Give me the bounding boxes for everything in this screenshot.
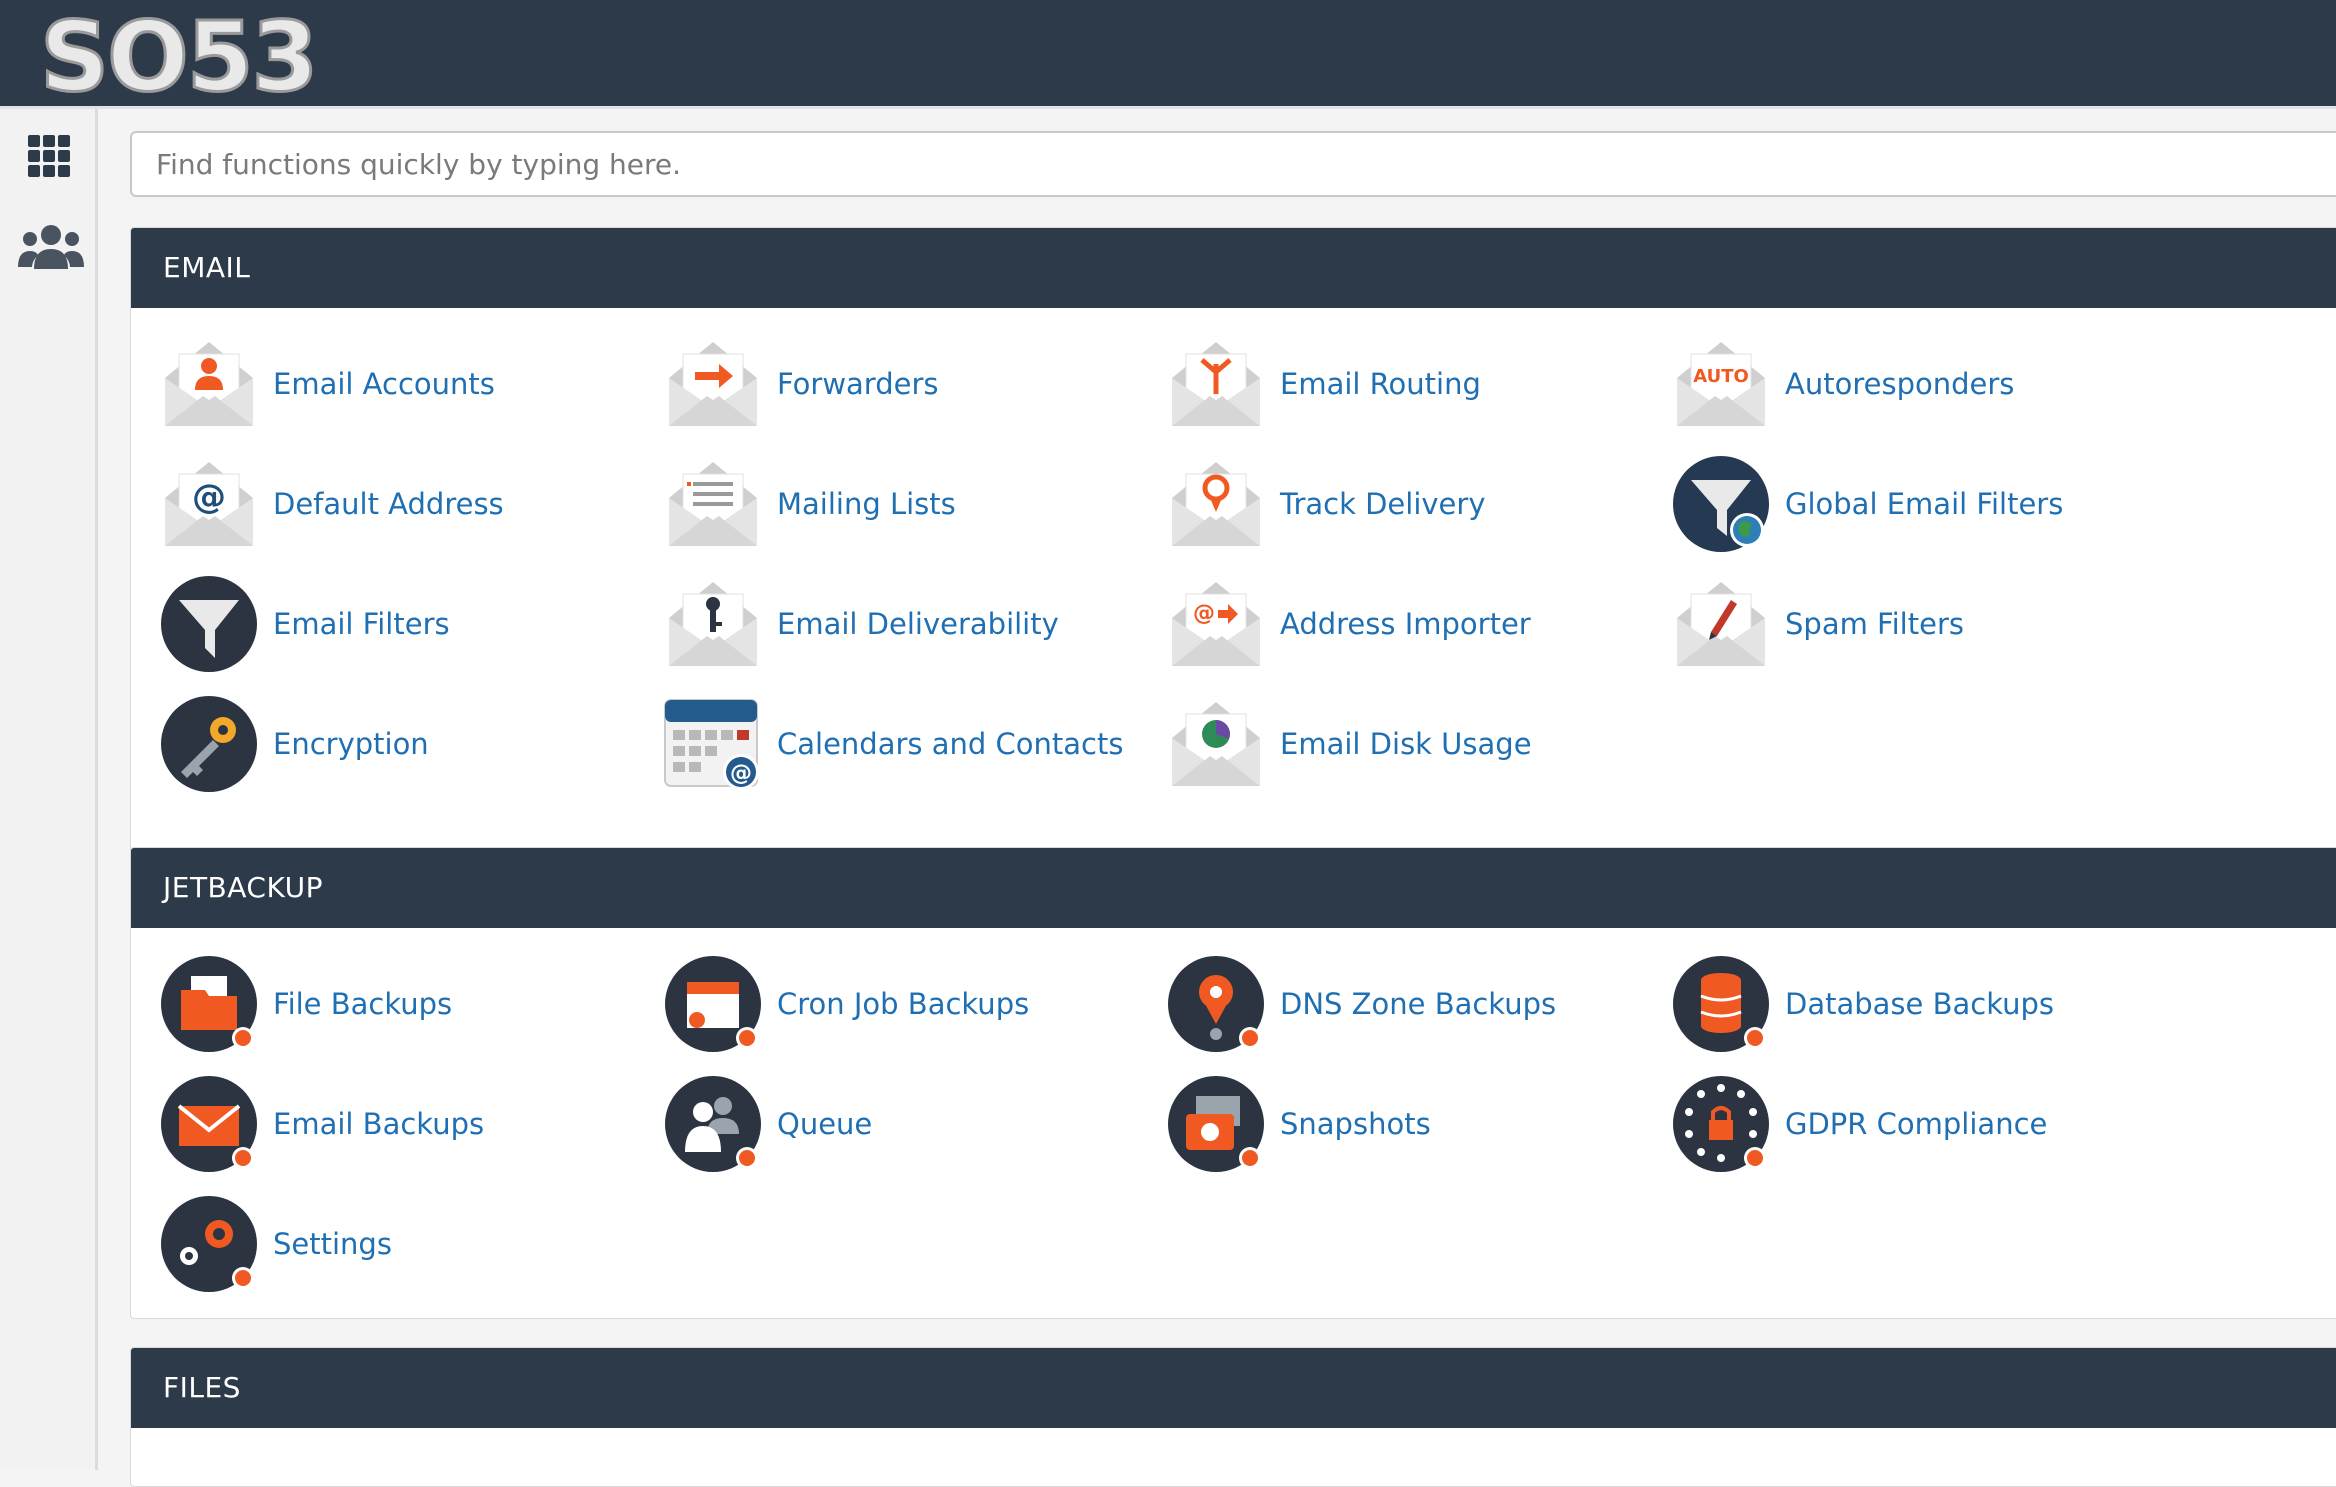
- feature-dns-zone-backups[interactable]: DNS Zone Backups: [1166, 954, 1666, 1054]
- feature-file-backups[interactable]: File Backups: [159, 954, 659, 1054]
- grid-apps-icon[interactable]: [18, 125, 80, 187]
- feature-email-deliverability[interactable]: Email Deliverability: [663, 574, 1163, 674]
- envelope-pin-icon: [1166, 454, 1266, 554]
- gears-backup-icon: [159, 1194, 259, 1294]
- feature-track-delivery[interactable]: Track Delivery: [1166, 454, 1666, 554]
- feature-label: Settings: [273, 1227, 392, 1261]
- feature-label: Cron Job Backups: [777, 987, 1030, 1021]
- svg-text:AUTO: AUTO: [1693, 366, 1749, 387]
- feature-mailing-lists[interactable]: Mailing Lists: [663, 454, 1163, 554]
- feature-label: Autoresponders: [1785, 367, 2015, 401]
- envelope-pie-icon: [1166, 694, 1266, 794]
- envelope-import-icon: @: [1166, 574, 1266, 674]
- feature-database-backups[interactable]: Database Backups: [1671, 954, 2171, 1054]
- people-backup-icon: [663, 1074, 763, 1174]
- mail-backup-icon: [159, 1074, 259, 1174]
- feature-label: Mailing Lists: [777, 487, 956, 521]
- users-icon[interactable]: [16, 217, 86, 277]
- feature-label: Email Filters: [273, 607, 450, 641]
- funnel-icon: [159, 574, 259, 674]
- feature-default-address[interactable]: @ Default Address: [159, 454, 659, 554]
- section-title: JETBACKUP: [131, 848, 2336, 928]
- feature-forwarders[interactable]: Forwarders: [663, 334, 1163, 434]
- feature-label: Track Delivery: [1280, 487, 1486, 521]
- feature-label: Queue: [777, 1107, 873, 1141]
- pin-backup-icon: [1166, 954, 1266, 1054]
- svg-text:SO53: SO53: [40, 1, 316, 106]
- section-jetbackup: JETBACKUP File Backups Cron Job Backups …: [130, 847, 2336, 1319]
- feature-label: File Backups: [273, 987, 453, 1021]
- feature-global-email-filters[interactable]: Global Email Filters: [1671, 454, 2171, 554]
- feature-label: Default Address: [273, 487, 504, 521]
- key-icon: [159, 694, 259, 794]
- folder-backup-icon: [159, 954, 259, 1054]
- envelope-key-icon: [663, 574, 763, 674]
- feature-autoresponders[interactable]: AUTO Autoresponders: [1671, 334, 2171, 434]
- envelope-person-icon: [159, 334, 259, 434]
- feature-snapshots[interactable]: Snapshots: [1166, 1074, 1666, 1174]
- svg-text:@: @: [192, 477, 226, 517]
- feature-label: Email Deliverability: [777, 607, 1059, 641]
- feature-label: Email Disk Usage: [1280, 727, 1532, 761]
- feature-address-importer[interactable]: @ Address Importer: [1166, 574, 1666, 674]
- top-bar: SO53: [0, 0, 2336, 109]
- calendar-backup-icon: [663, 954, 763, 1054]
- feature-email-backups[interactable]: Email Backups: [159, 1074, 659, 1174]
- feature-label: Email Routing: [1280, 367, 1481, 401]
- feature-queue[interactable]: Queue: [663, 1074, 1163, 1174]
- logo[interactable]: SO53: [36, 0, 336, 106]
- feature-label: GDPR Compliance: [1785, 1107, 2048, 1141]
- envelope-routing-icon: [1166, 334, 1266, 434]
- feature-email-filters[interactable]: Email Filters: [159, 574, 659, 674]
- feature-label: Global Email Filters: [1785, 487, 2064, 521]
- feature-email-disk-usage[interactable]: Email Disk Usage: [1166, 694, 1666, 794]
- feature-label: Email Accounts: [273, 367, 495, 401]
- section-email: EMAIL Email Accounts Forwarders Email Ro…: [130, 227, 2336, 929]
- feature-cron-job-backups[interactable]: Cron Job Backups: [663, 954, 1163, 1054]
- calendar-at-icon: @: [663, 694, 763, 794]
- feature-calendars-and-contacts[interactable]: @ Calendars and Contacts: [663, 694, 1163, 794]
- section-title: FILES: [131, 1348, 2336, 1428]
- feature-label: Forwarders: [777, 367, 939, 401]
- feature-settings[interactable]: Settings: [159, 1194, 659, 1294]
- feature-email-routing[interactable]: Email Routing: [1166, 334, 1666, 434]
- envelope-auto-icon: AUTO: [1671, 334, 1771, 434]
- feature-label: Snapshots: [1280, 1107, 1431, 1141]
- feature-label: Address Importer: [1280, 607, 1531, 641]
- feature-encryption[interactable]: Encryption: [159, 694, 659, 794]
- sidebar: [0, 109, 98, 1470]
- section-title: EMAIL: [131, 228, 2336, 308]
- feature-label: Encryption: [273, 727, 429, 761]
- search-input[interactable]: [130, 131, 2336, 197]
- feature-label: Database Backups: [1785, 987, 2055, 1021]
- envelope-arrow-icon: [663, 334, 763, 434]
- feature-gdpr-compliance[interactable]: GDPR Compliance: [1671, 1074, 2171, 1174]
- envelope-pen-icon: [1671, 574, 1771, 674]
- gdpr-lock-icon: [1671, 1074, 1771, 1174]
- feature-label: Spam Filters: [1785, 607, 1964, 641]
- feature-spam-filters[interactable]: Spam Filters: [1671, 574, 2171, 674]
- feature-email-accounts[interactable]: Email Accounts: [159, 334, 659, 434]
- camera-backup-icon: [1166, 1074, 1266, 1174]
- section-files: FILES: [130, 1347, 2336, 1487]
- feature-label: Email Backups: [273, 1107, 485, 1141]
- funnel-globe-icon: [1671, 454, 1771, 554]
- svg-text:@: @: [730, 761, 752, 786]
- envelope-list-icon: [663, 454, 763, 554]
- database-backup-icon: [1671, 954, 1771, 1054]
- svg-text:@: @: [1193, 601, 1215, 626]
- feature-label: Calendars and Contacts: [777, 727, 1124, 761]
- envelope-at-icon: @: [159, 454, 259, 554]
- feature-label: DNS Zone Backups: [1280, 987, 1557, 1021]
